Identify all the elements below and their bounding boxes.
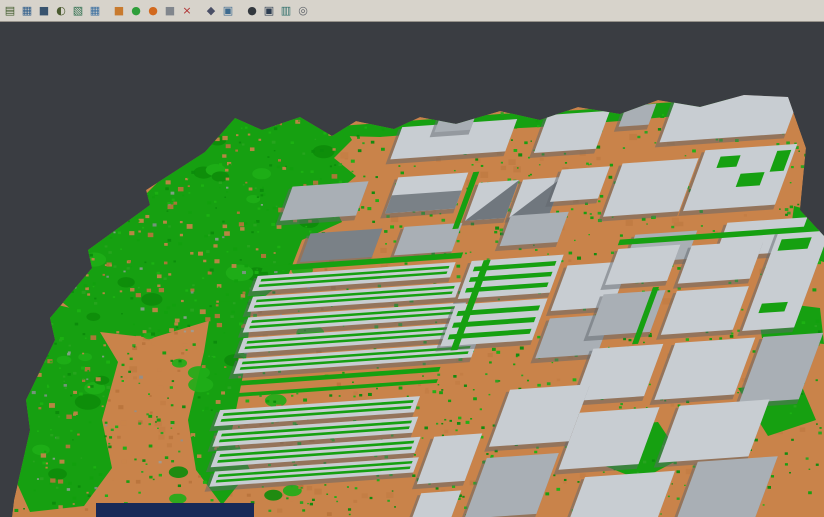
terrain-group	[12, 80, 824, 517]
vegetation-class-icon[interactable]: ●	[128, 3, 144, 18]
building-class-icon[interactable]: ■	[162, 3, 178, 18]
camera-icon[interactable]: ▣	[261, 3, 277, 18]
palette-icon[interactable]: ■	[111, 3, 127, 18]
histogram-icon[interactable]: ▥	[278, 3, 294, 18]
settings-icon[interactable]: ◎	[295, 3, 311, 18]
3d-viewport[interactable]	[0, 21, 824, 517]
measure-icon[interactable]: ◆	[203, 3, 219, 18]
building-roof	[280, 181, 369, 221]
save-icon[interactable]: ■	[36, 3, 52, 18]
ground-class-icon[interactable]: ●	[145, 3, 161, 18]
open-file-icon[interactable]: ▦	[19, 3, 35, 18]
building-roof	[300, 228, 383, 262]
dark-strip	[96, 503, 254, 517]
globe-icon[interactable]: ●	[244, 3, 260, 18]
layers-icon[interactable]: ▧	[70, 3, 86, 18]
toolbar: ▤▦■◐▧▦■●●■×◆▣●▣▥◎	[0, 0, 824, 22]
fit-view-icon[interactable]: ▣	[220, 3, 236, 18]
undo-icon[interactable]: ◐	[53, 3, 69, 18]
grid-icon[interactable]: ▦	[87, 3, 103, 18]
application-window: ▤▦■◐▧▦■●●■×◆▣●▣▥◎	[0, 0, 824, 517]
delete-icon[interactable]: ×	[179, 3, 195, 18]
building-roof	[394, 223, 463, 256]
point-cloud-scene	[0, 21, 824, 517]
new-project-icon[interactable]: ▤	[2, 3, 18, 18]
